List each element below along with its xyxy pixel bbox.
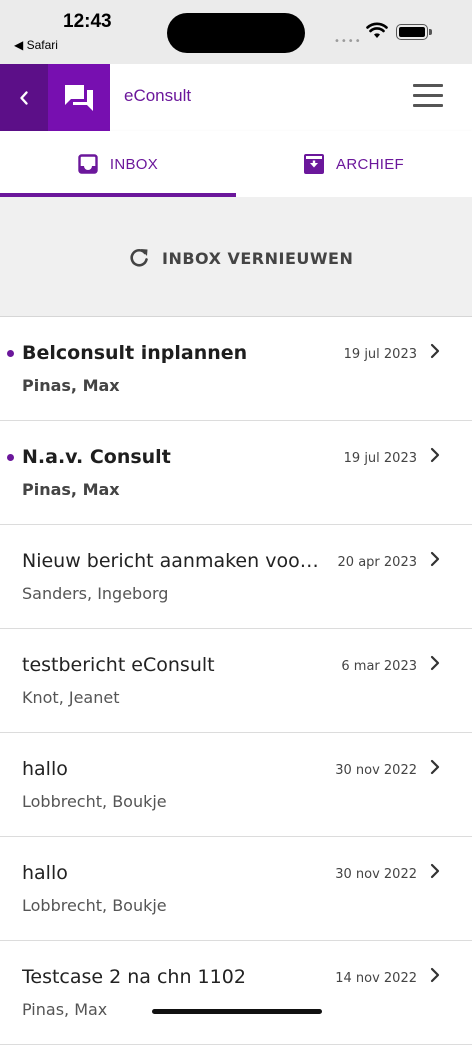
message-row[interactable]: testbericht eConsult 6 mar 2023 Knot, Je…: [0, 629, 472, 733]
chat-bubbles-icon: [65, 84, 93, 111]
message-sender: Lobbrecht, Boukje: [22, 896, 167, 915]
message-sender: Pinas, Max: [22, 376, 120, 395]
message-row[interactable]: N.a.v. Consult 19 jul 2023 Pinas, Max: [0, 421, 472, 525]
unread-dot-icon: [7, 350, 14, 357]
dynamic-island: [167, 13, 305, 53]
econsult-app-icon: [48, 64, 110, 131]
hamburger-menu-button[interactable]: [410, 84, 446, 110]
wifi-icon: [366, 22, 388, 38]
chevron-right-icon: [430, 447, 440, 463]
app-title: eConsult: [124, 86, 192, 105]
message-row[interactable]: Nieuw bericht aanmaken voor… 20 apr 2023…: [0, 525, 472, 629]
chevron-left-icon: [20, 90, 28, 105]
message-subject: Testcase 2 na chn 1102: [22, 966, 246, 988]
tab-archief[interactable]: ARCHIEF: [236, 131, 472, 197]
message-date: 30 nov 2022: [335, 867, 417, 882]
message-date: 14 nov 2022: [335, 971, 417, 986]
chevron-right-icon: [430, 863, 440, 879]
back-button[interactable]: [0, 64, 48, 131]
tab-archief-label: ARCHIEF: [336, 155, 404, 173]
message-date: 6 mar 2023: [341, 659, 417, 674]
message-subject: testbericht eConsult: [22, 654, 215, 676]
refresh-icon: [130, 248, 148, 267]
home-indicator[interactable]: [152, 1009, 322, 1014]
chevron-right-icon: [430, 967, 440, 983]
unread-dot-icon: [7, 454, 14, 461]
message-sender: Knot, Jeanet: [22, 688, 120, 707]
tab-bar: INBOX ARCHIEF: [0, 131, 472, 197]
message-row[interactable]: hallo 30 nov 2022 Lobbrecht, Boukje: [0, 733, 472, 837]
chevron-right-icon: [430, 551, 440, 567]
status-bar: 12:43 ◀ Safari ••••: [0, 0, 472, 64]
tab-inbox-label: INBOX: [109, 155, 159, 173]
back-to-safari-link[interactable]: ◀ Safari: [14, 38, 58, 52]
message-sender: Pinas, Max: [22, 480, 120, 499]
refresh-label: INBOX VERNIEUWEN: [162, 248, 354, 268]
message-date: 20 apr 2023: [337, 555, 417, 570]
message-sender: Sanders, Ingeborg: [22, 584, 169, 603]
inbox-icon: [78, 154, 98, 174]
message-row[interactable]: hallo 30 nov 2022 Lobbrecht, Boukje: [0, 837, 472, 941]
chevron-right-icon: [430, 343, 440, 359]
message-subject: hallo: [22, 862, 68, 884]
status-time: 12:43: [63, 11, 112, 32]
message-subject: Belconsult inplannen: [22, 342, 248, 364]
message-date: 19 jul 2023: [343, 451, 417, 466]
message-sender: Pinas, Max: [22, 1000, 108, 1019]
message-subject: Nieuw bericht aanmaken voor…: [22, 550, 322, 572]
tab-inbox[interactable]: INBOX: [0, 131, 236, 197]
app-bar: eConsult: [0, 64, 472, 132]
refresh-inbox-button[interactable]: INBOX VERNIEUWEN: [128, 245, 353, 271]
battery-icon: [396, 24, 432, 40]
message-date: 30 nov 2022: [335, 763, 417, 778]
refresh-area: INBOX VERNIEUWEN: [0, 197, 472, 317]
message-subject: N.a.v. Consult: [22, 446, 171, 468]
message-sender: Lobbrecht, Boukje: [22, 792, 167, 811]
message-subject: hallo: [22, 758, 68, 780]
archive-icon: [304, 154, 325, 174]
message-row[interactable]: Testcase 2 na chn 1102 14 nov 2022 Pinas…: [0, 941, 472, 1045]
message-list: Belconsult inplannen 19 jul 2023 Pinas, …: [0, 317, 472, 1045]
message-date: 19 jul 2023: [343, 347, 417, 362]
cellular-signal-icon: ••••: [334, 36, 362, 47]
message-row[interactable]: Belconsult inplannen 19 jul 2023 Pinas, …: [0, 317, 472, 421]
chevron-right-icon: [430, 655, 440, 671]
chevron-right-icon: [430, 759, 440, 775]
